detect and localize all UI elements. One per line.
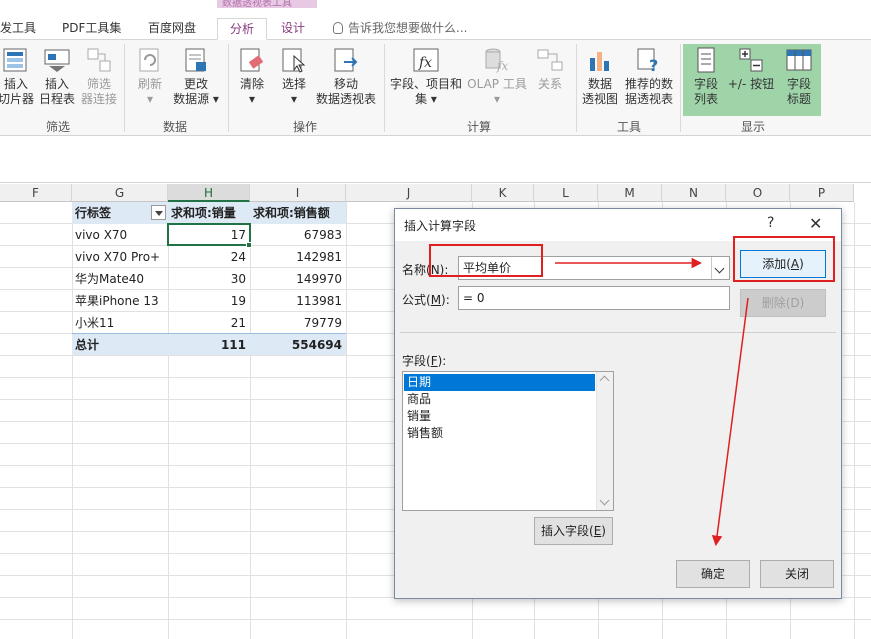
tab-analyze[interactable]: 分析	[217, 18, 267, 40]
excel-window: 数据透视表工具 发工具 PDF工具集 百度网盘 分析 设计 告诉我您想要做什么.…	[0, 0, 871, 639]
annotation-arrow-down	[711, 297, 749, 547]
annotation-arrows	[555, 257, 749, 547]
